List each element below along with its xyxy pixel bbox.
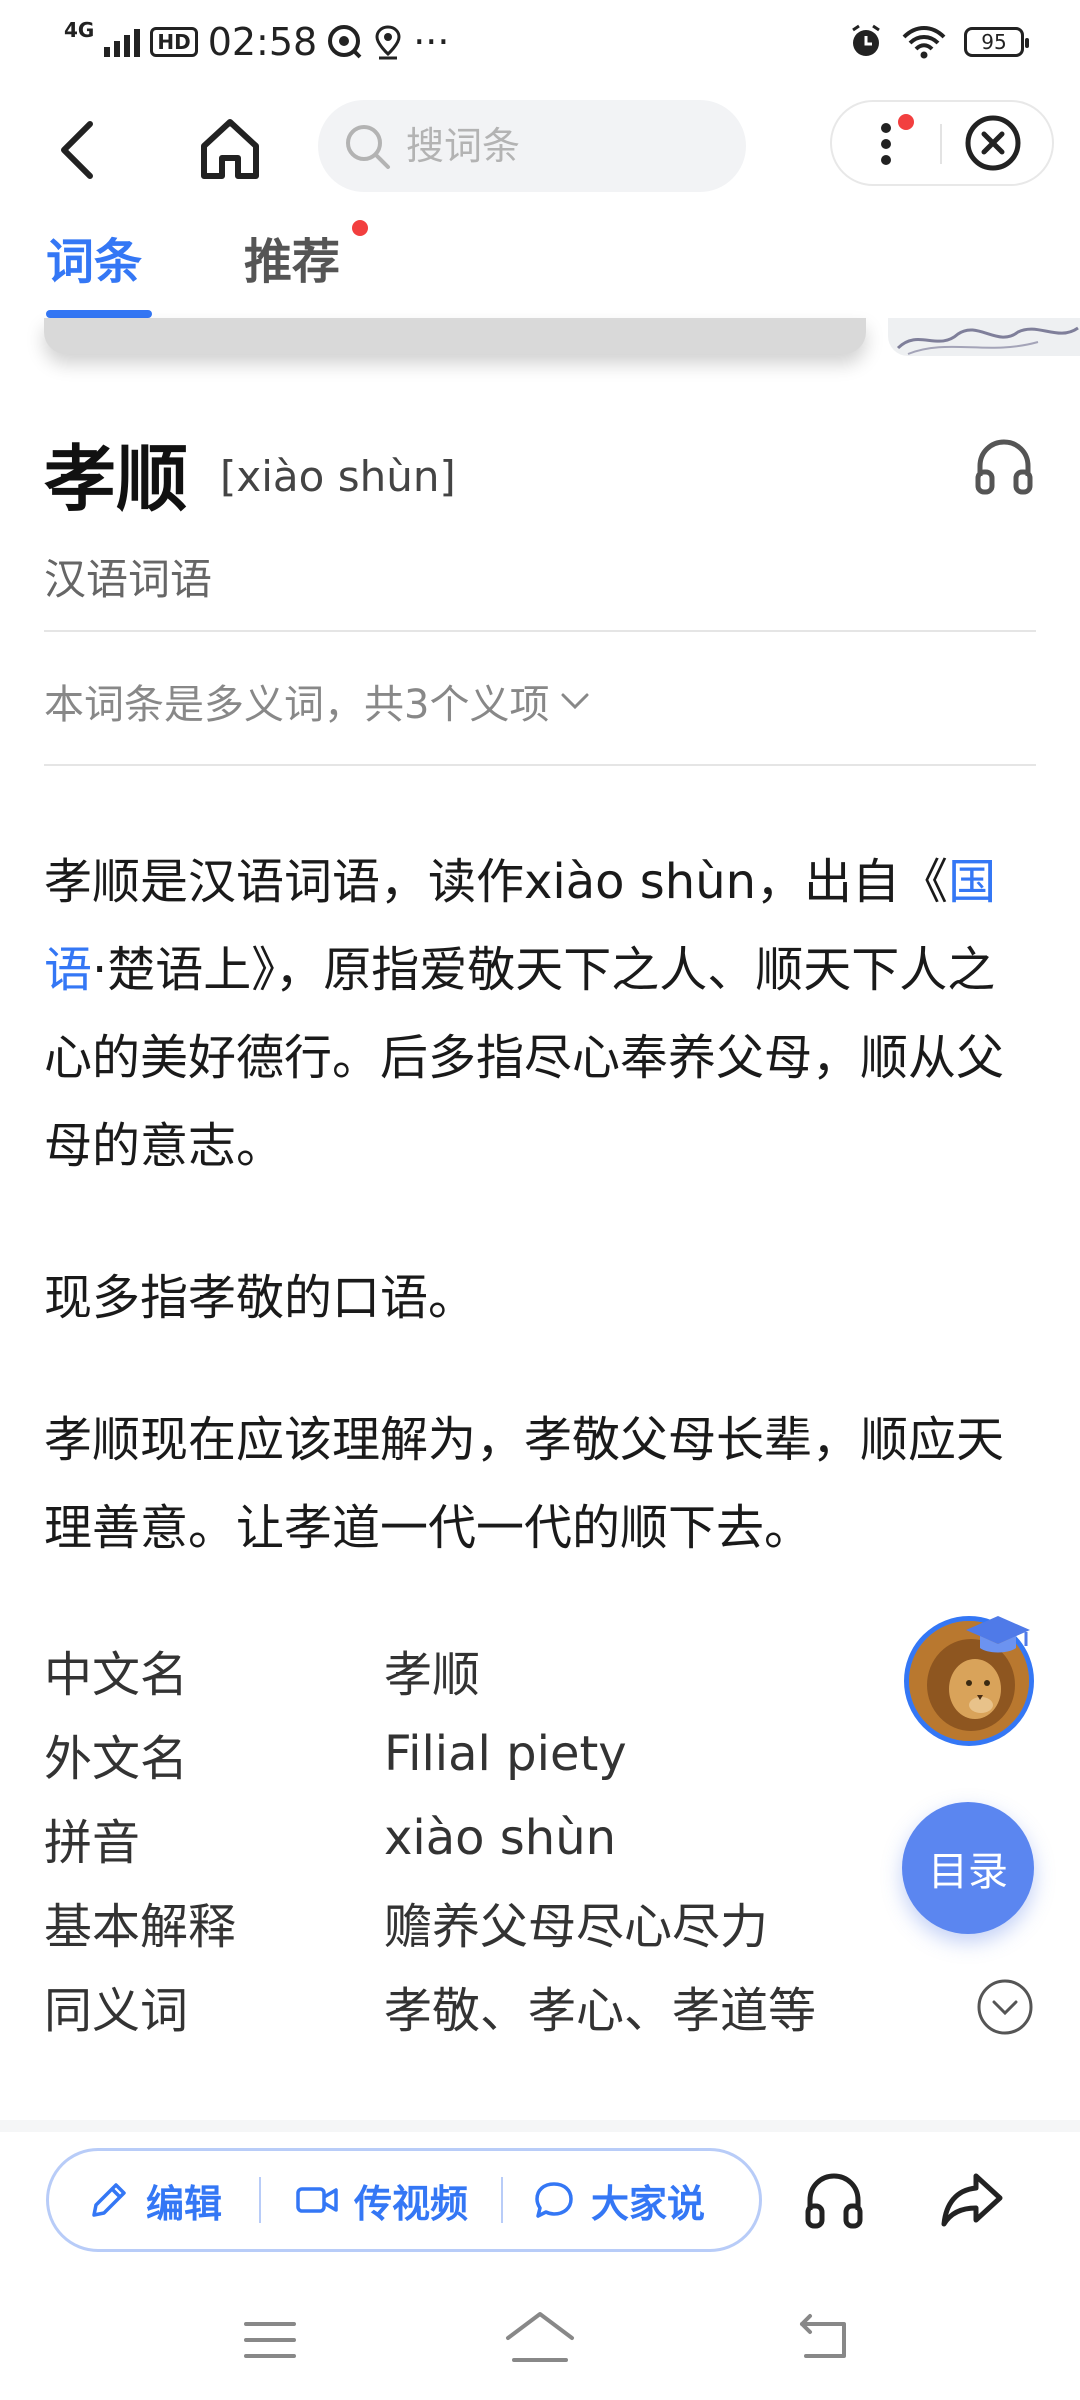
pencil-icon xyxy=(92,2183,126,2217)
headphones-icon xyxy=(975,439,1033,495)
info-value: 孝敬、孝心、孝道等 xyxy=(384,1983,817,2039)
more-icon xyxy=(881,114,914,165)
battery-icon: 95 xyxy=(964,27,1029,57)
info-row: 同义词 孝敬、孝心、孝道等 xyxy=(44,1964,944,2048)
home-button[interactable] xyxy=(190,110,270,190)
app-badge-icon xyxy=(328,25,362,59)
table-of-contents-button[interactable]: 目录 xyxy=(902,1802,1034,1934)
edit-button[interactable]: 编辑 xyxy=(49,2173,259,2228)
back-button[interactable] xyxy=(40,110,120,190)
headphones-icon xyxy=(805,2173,863,2229)
more-button[interactable] xyxy=(862,110,922,176)
graduation-cap-icon xyxy=(962,1612,1032,1660)
info-value: Filial piety xyxy=(384,1726,627,1782)
network-label: 4G xyxy=(64,18,95,42)
discussion-label: 大家说 xyxy=(590,2181,705,2226)
info-key: 中文名 xyxy=(44,1647,189,1703)
recommend-notification-dot xyxy=(352,220,368,236)
expand-info-button[interactable] xyxy=(976,1978,1034,2036)
info-row: 外文名 Filial piety xyxy=(44,1712,944,1796)
share-button[interactable] xyxy=(936,2164,1008,2236)
upload-video-button[interactable]: 传视频 xyxy=(261,2173,501,2228)
action-bar: 编辑 传视频 大家说 xyxy=(46,2148,762,2252)
upload-video-label: 传视频 xyxy=(353,2181,468,2226)
tab-entry[interactable]: 词条 xyxy=(46,222,142,302)
return-icon xyxy=(800,2314,846,2358)
chevron-down-circle-icon xyxy=(977,1979,1033,2035)
clock: 02:58 xyxy=(207,20,318,64)
info-row: 中文名 孝顺 xyxy=(44,1628,944,1712)
entry-category: 汉语词语 xyxy=(44,555,213,604)
info-key: 同义词 xyxy=(44,1983,189,2039)
menu-icon xyxy=(244,2322,296,2358)
summary-paragraph-2: 现多指孝敬的口语。 xyxy=(44,1270,477,1326)
album-thumbnail[interactable] xyxy=(888,318,1080,356)
summary-paragraph-3: 孝顺现在应该理解为，孝敬父母长辈，顺应天理善意。让孝道一代一代的顺下去。 xyxy=(44,1412,1005,1556)
back-icon xyxy=(61,121,93,179)
polysemy-toggle[interactable]: 本词条是多义词，共3个义项 xyxy=(44,672,595,730)
home-icon xyxy=(201,119,259,179)
chat-bubble-icon xyxy=(535,2182,573,2218)
system-menu-button[interactable] xyxy=(240,2310,300,2370)
entry-title: 孝顺 xyxy=(44,437,189,521)
divider xyxy=(44,630,1036,632)
info-value: xiào shùn xyxy=(384,1810,617,1866)
system-home-button[interactable] xyxy=(504,2308,576,2372)
tab-recommend[interactable]: 推荐 xyxy=(244,222,340,302)
alarm-icon xyxy=(852,24,880,56)
share-icon xyxy=(941,2173,1003,2227)
album-image-card[interactable] xyxy=(44,318,866,354)
home-outline-icon xyxy=(506,2312,574,2362)
info-key: 基本解释 xyxy=(44,1899,237,1955)
edit-label: 编辑 xyxy=(145,2181,222,2226)
summary-paragraph-1: 孝顺是汉语词语，读作xiào shùn，出自《国语·楚语上》，原指爱敬天下之人、… xyxy=(44,838,1034,1190)
paragraph-text: ·楚语上》，原指爱敬天下之人、顺天下人之心的美好德行。后多指尽心奉养父母，顺从父… xyxy=(44,942,1005,1174)
hd-icon: HD xyxy=(150,27,198,57)
info-row: 基本解释 赡养父母尽心尽力 xyxy=(44,1880,944,1964)
search-icon xyxy=(346,125,390,169)
close-button[interactable] xyxy=(962,112,1024,174)
info-key: 拼音 xyxy=(44,1815,141,1871)
status-left: 4G HD 02:58 ··· xyxy=(64,14,449,70)
entry-pinyin: [xiào shùn] xyxy=(220,452,456,501)
info-key: 外文名 xyxy=(44,1731,189,1787)
divider xyxy=(44,764,1036,766)
chevron-down-icon xyxy=(561,693,589,710)
paragraph-text: 孝顺是汉语词语，读作xiào shùn，出自《 xyxy=(44,854,949,910)
bottom-separator xyxy=(0,2120,1080,2132)
search-input[interactable] xyxy=(404,123,728,169)
pronunciation-button[interactable] xyxy=(970,432,1038,500)
signal-icon xyxy=(104,27,141,57)
battery-level: 95 xyxy=(981,30,1007,54)
wifi-icon xyxy=(902,26,946,59)
listen-button[interactable] xyxy=(800,2166,868,2234)
info-row: 拼音 xiào shùn xyxy=(44,1796,944,1880)
video-camera-icon xyxy=(296,2187,338,2213)
discussion-button[interactable]: 大家说 xyxy=(503,2173,733,2228)
search-bar[interactable] xyxy=(318,100,746,192)
status-bar: 4G HD 02:58 ··· 95 xyxy=(0,0,1080,80)
more-status-icon: ··· xyxy=(413,20,450,64)
location-icon xyxy=(375,25,401,60)
capsule-divider xyxy=(940,124,942,164)
system-back-button[interactable] xyxy=(796,2310,854,2368)
polysemy-note: 本词条是多义词，共3个义项 xyxy=(44,682,550,728)
status-right: 95 xyxy=(848,14,1029,70)
close-icon xyxy=(965,115,1021,171)
info-value: 赡养父母尽心尽力 xyxy=(384,1899,769,1955)
thumbnail-sketch-icon xyxy=(896,326,1079,355)
active-tab-indicator xyxy=(46,310,152,318)
info-value: 孝顺 xyxy=(384,1647,481,1703)
